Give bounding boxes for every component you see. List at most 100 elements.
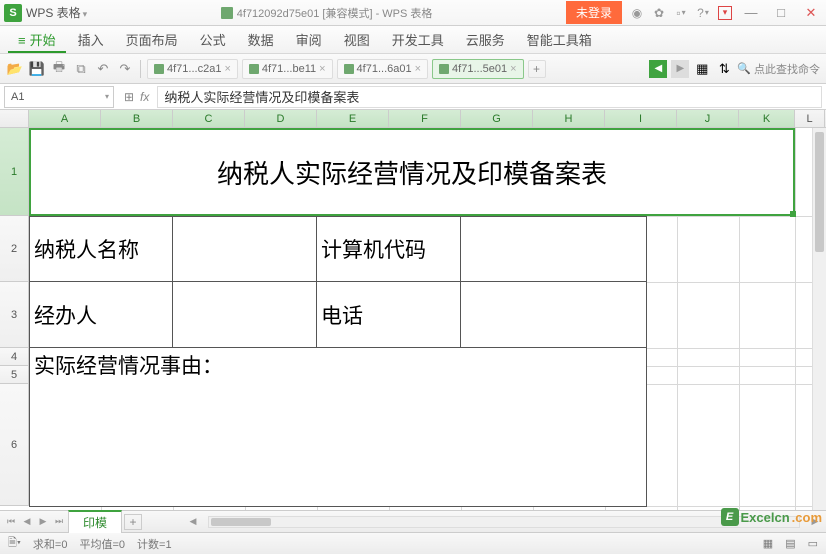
undo-icon[interactable]: ↶ bbox=[94, 60, 112, 78]
menu-review[interactable]: 审阅 bbox=[286, 26, 332, 53]
print-icon[interactable]: 🖶 bbox=[50, 60, 68, 78]
menu-formula[interactable]: 公式 bbox=[190, 26, 236, 53]
menu-smarttools[interactable]: 智能工具箱 bbox=[517, 26, 602, 53]
app-badge: S bbox=[4, 4, 22, 22]
cell[interactable]: 实际经营情况事由： bbox=[29, 347, 647, 507]
save-icon[interactable]: 💾 bbox=[28, 60, 46, 78]
row-headers: 1 2 3 4 5 6 bbox=[0, 128, 29, 510]
formula-input[interactable]: 纳税人实际经营情况及印模备案表 bbox=[157, 86, 822, 108]
menu-view[interactable]: 视图 bbox=[334, 26, 380, 53]
col-header[interactable]: I bbox=[605, 110, 677, 127]
col-header[interactable]: E bbox=[317, 110, 389, 127]
row-header[interactable]: 4 bbox=[0, 348, 29, 366]
tab-close-icon[interactable]: × bbox=[319, 63, 325, 75]
vertical-scrollbar[interactable] bbox=[812, 128, 826, 510]
col-header[interactable]: J bbox=[677, 110, 739, 127]
status-bar: 🗎▾ 求和=0 平均值=0 计数=1 ▦ ▤ ▭ bbox=[0, 532, 826, 554]
sheet-nav-last[interactable]: ⏭ bbox=[52, 516, 66, 527]
status-sum: 求和=0 bbox=[33, 536, 68, 552]
layout-icon[interactable]: ▦ bbox=[693, 60, 711, 78]
row-header[interactable]: 1 bbox=[0, 128, 29, 216]
sheet-tab-active[interactable]: 印模 bbox=[68, 510, 122, 533]
add-sheet-button[interactable]: + bbox=[124, 514, 142, 530]
menu-devtools[interactable]: 开发工具 bbox=[382, 26, 454, 53]
nav-next-button[interactable]: ▶ bbox=[671, 60, 689, 78]
col-header[interactable]: F bbox=[389, 110, 461, 127]
help-icon[interactable]: ? bbox=[696, 6, 710, 20]
formula-bar: A1 ⊞ fx 纳税人实际经营情况及印模备案表 bbox=[0, 84, 826, 110]
row-header[interactable]: 3 bbox=[0, 282, 29, 348]
name-box[interactable]: A1 bbox=[4, 86, 114, 108]
doc-tab-2[interactable]: 4f71...be11× bbox=[242, 59, 333, 79]
horizontal-scrollbar[interactable] bbox=[208, 516, 800, 528]
feedback-icon[interactable]: ▾ bbox=[718, 6, 732, 20]
doc-tab-1[interactable]: 4f71...c2a1× bbox=[147, 59, 238, 79]
fx-label: fx bbox=[140, 90, 149, 104]
cell-title[interactable]: 纳税人实际经营情况及印模备案表 bbox=[29, 128, 795, 216]
search-command[interactable]: 🔍点此查找命令 bbox=[737, 61, 820, 77]
view-normal-icon[interactable]: ▦ bbox=[763, 537, 773, 550]
cell[interactable]: 计算机代码 bbox=[316, 216, 461, 282]
sheet-nav-next[interactable]: ▶ bbox=[36, 516, 50, 527]
col-header[interactable]: L bbox=[795, 110, 825, 127]
status-avg: 平均值=0 bbox=[79, 536, 125, 552]
col-header[interactable]: A bbox=[29, 110, 101, 127]
row-header[interactable]: 6 bbox=[0, 384, 29, 506]
menu-start[interactable]: 开始 bbox=[8, 26, 66, 53]
row-header[interactable]: 5 bbox=[0, 366, 29, 384]
add-tab-button[interactable]: + bbox=[528, 60, 546, 78]
fx-insert-icon[interactable]: ⊞ bbox=[118, 90, 140, 104]
close-button[interactable]: ✕ bbox=[800, 3, 822, 23]
scroll-thumb[interactable] bbox=[211, 518, 271, 526]
preview-icon[interactable]: ⧉ bbox=[72, 60, 90, 78]
scroll-thumb[interactable] bbox=[815, 132, 824, 252]
open-icon[interactable]: 📂 bbox=[6, 60, 24, 78]
doc-tab-4[interactable]: 4f71...5e01× bbox=[432, 59, 524, 79]
minimize-button[interactable]: — bbox=[740, 3, 762, 23]
cell[interactable]: 经办人 bbox=[29, 281, 173, 348]
col-header[interactable]: H bbox=[533, 110, 605, 127]
hscroll-left[interactable]: ◀ bbox=[186, 516, 200, 527]
maximize-button[interactable]: □ bbox=[770, 3, 792, 23]
login-button[interactable]: 未登录 bbox=[566, 1, 622, 24]
selection-handle[interactable] bbox=[790, 211, 796, 217]
menu-pagelayout[interactable]: 页面布局 bbox=[116, 26, 188, 53]
settings-icon[interactable]: ✿ bbox=[652, 6, 666, 20]
nav-prev-button[interactable]: ◀ bbox=[649, 60, 667, 78]
cell[interactable]: 纳税人名称 bbox=[29, 216, 173, 282]
doc-mode-icon[interactable]: 🗎▾ bbox=[8, 534, 21, 553]
cell[interactable] bbox=[460, 216, 647, 282]
cell[interactable]: 电话 bbox=[316, 281, 461, 348]
doc-title: 4f712092d75e01 [兼容模式] - WPS 表格 bbox=[221, 5, 433, 21]
cell[interactable] bbox=[460, 281, 647, 348]
col-header[interactable]: K bbox=[739, 110, 795, 127]
view-page-icon[interactable]: ▤ bbox=[785, 537, 795, 550]
menu-insert[interactable]: 插入 bbox=[68, 26, 114, 53]
menu-bar: 开始 插入 页面布局 公式 数据 审阅 视图 开发工具 云服务 智能工具箱 bbox=[0, 26, 826, 54]
select-all-corner[interactable] bbox=[0, 110, 29, 127]
menu-data[interactable]: 数据 bbox=[238, 26, 284, 53]
tab-close-icon[interactable]: × bbox=[224, 63, 230, 75]
watermark-badge: E bbox=[721, 508, 739, 526]
redo-icon[interactable]: ↷ bbox=[116, 60, 134, 78]
sheet-nav-prev[interactable]: ◀ bbox=[20, 516, 34, 527]
cell[interactable] bbox=[172, 216, 317, 282]
col-header[interactable]: D bbox=[245, 110, 317, 127]
column-headers: A B C D E F G H I J K L bbox=[0, 110, 826, 128]
view-break-icon[interactable]: ▭ bbox=[808, 537, 818, 550]
sheet-nav-first[interactable]: ⏮ bbox=[4, 516, 18, 527]
col-header[interactable]: C bbox=[173, 110, 245, 127]
skin-icon[interactable]: ▫ bbox=[674, 6, 688, 20]
menu-cloud[interactable]: 云服务 bbox=[456, 26, 515, 53]
tab-close-icon[interactable]: × bbox=[510, 63, 516, 75]
doc-icon bbox=[221, 7, 233, 19]
doc-tab-3[interactable]: 4f71...6a01× bbox=[337, 59, 429, 79]
cell[interactable] bbox=[172, 281, 317, 348]
row-header[interactable]: 2 bbox=[0, 216, 29, 282]
tab-close-icon[interactable]: × bbox=[415, 63, 421, 75]
col-header[interactable]: G bbox=[461, 110, 533, 127]
sync-icon[interactable]: ◉ bbox=[630, 6, 644, 20]
sort-icon[interactable]: ⇅ bbox=[715, 60, 733, 78]
col-header[interactable]: B bbox=[101, 110, 173, 127]
cell-grid[interactable]: 纳税人实际经营情况及印模备案表 纳税人名称 计算机代码 经办人 电话 实际经营情… bbox=[29, 128, 826, 510]
